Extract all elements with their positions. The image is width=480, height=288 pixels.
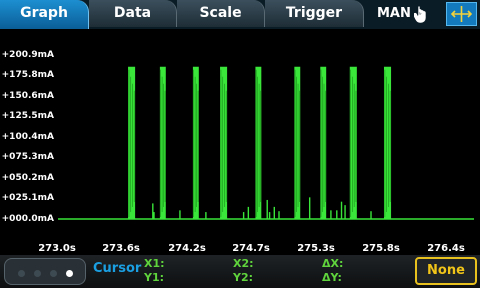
y-tick-label: +150.6mA [1,91,54,101]
cursor-bar: Cursor X1: Y1: X2: Y2: ΔX: ΔY: [0,255,480,288]
pan-zoom-icon [450,6,473,22]
trace-pulse [383,66,392,220]
y-tick-label: +125.5mA [1,111,54,121]
trace-pulse [220,66,228,220]
tab-graph[interactable]: Graph [0,0,89,29]
y-tick-label: +075.3mA [1,152,54,162]
tab-graph-label: Graph [20,5,68,21]
x-tick-label: 273.0s [38,243,76,254]
trace-pulse [320,66,327,220]
trace-pulse [192,66,199,220]
trace-pulse [128,66,136,220]
cursor-delta-y-label: ΔY: [322,271,342,284]
page-dot [18,270,25,277]
hand-pointer-icon [414,6,426,23]
x-tick-label: 275.3s [297,243,335,254]
x-tick-label: 274.2s [168,243,206,254]
pan-zoom-button[interactable] [446,2,477,26]
y-tick-label: +100.4mA [1,132,54,142]
waveform-plot[interactable] [58,45,474,229]
mode-indicator[interactable]: MAN [364,0,432,27]
cursor-title: Cursor [93,261,142,276]
y-tick-label: +200.9mA [1,50,54,60]
tab-scale-label: Scale [199,5,242,21]
tab-trigger-label: Trigger [285,5,343,21]
x-tick-label: 276.4s [427,243,465,254]
tab-bar: Graph Data Scale Trigger MAN [0,0,480,29]
tab-data[interactable]: Data [89,0,177,27]
cursor-y1-label: Y1: [144,271,165,284]
swipe-screen-handle[interactable] [4,258,86,285]
page-dot [34,270,41,277]
y-tick-label: +050.2mA [1,173,54,183]
page-dot [50,270,57,277]
cursor-x2-label: X2: [233,257,254,270]
y-tick-label: +000.0mA [1,214,54,224]
tab-trigger[interactable]: Trigger [265,0,364,27]
x-tick-label: 273.6s [102,243,140,254]
mode-label: MAN [377,6,411,21]
cursor-y2-label: Y2: [233,271,254,284]
trace-pulse [349,66,357,220]
x-tick-label: 275.8s [362,243,400,254]
page-dot-active [66,270,73,277]
cursor-none-button[interactable]: None [415,257,477,285]
y-tick-label: +025.1mA [1,193,54,203]
trace-pulse [255,66,262,220]
cursor-x1-label: X1: [144,257,165,270]
trace-pulse [159,66,166,220]
y-tick-label: +175.8mA [1,70,54,80]
x-tick-label: 274.7s [232,243,270,254]
cursor-delta-x-label: ΔX: [322,257,344,270]
trace-pulse [294,66,301,220]
tab-data-label: Data [113,5,152,21]
tab-scale[interactable]: Scale [177,0,265,27]
